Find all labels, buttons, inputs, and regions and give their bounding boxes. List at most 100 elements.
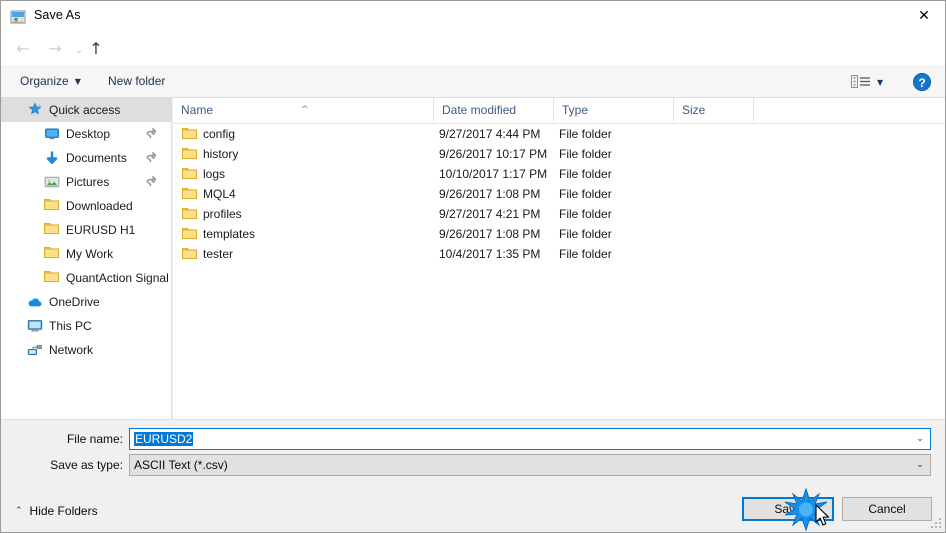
star-pin-icon: [27, 102, 43, 118]
sidebar-item-network[interactable]: Network: [1, 338, 171, 362]
save-as-type-label: Save as type:: [50, 458, 123, 472]
window-title: Save As: [34, 8, 81, 22]
resize-grip[interactable]: [931, 518, 943, 530]
sidebar-item-label: QuantAction Signal: [66, 271, 169, 285]
table-row[interactable]: logs 10/10/2017 1:17 PM File folder: [173, 164, 945, 184]
up-button[interactable]: ↑: [86, 39, 106, 59]
table-row[interactable]: config 9/27/2017 4:44 PM File folder: [173, 124, 945, 144]
cell-name: logs: [203, 167, 226, 181]
hide-folders-button[interactable]: ⌃ Hide Folders: [15, 504, 98, 518]
new-folder-label: New folder: [108, 74, 166, 88]
column-header-date[interactable]: Date modified: [433, 98, 553, 123]
sidebar-item-desktop[interactable]: Desktop: [1, 122, 171, 146]
folder-icon: [44, 246, 60, 262]
file-name-combobox[interactable]: EURUSD2 ⌄: [129, 428, 931, 450]
network-icon: [27, 342, 43, 358]
chevron-down-icon[interactable]: ⌄: [910, 460, 930, 470]
cell-type: File folder: [559, 127, 612, 141]
sidebar-item-eurusd-h1[interactable]: EURUSD H1: [1, 218, 171, 242]
folder-icon: [182, 227, 197, 240]
cell-date: 9/26/2017 1:08 PM: [439, 187, 541, 201]
sidebar-item-this-pc[interactable]: This PC: [1, 314, 171, 338]
file-name-value[interactable]: EURUSD2: [134, 432, 194, 446]
sidebar-item-downloaded[interactable]: Downloaded: [1, 194, 171, 218]
sidebar-item-label: Documents: [66, 151, 127, 165]
sidebar-item-pictures[interactable]: Pictures: [1, 170, 171, 194]
save-button[interactable]: Save: [742, 497, 834, 521]
hide-folders-label: Hide Folders: [29, 504, 98, 518]
new-folder-button[interactable]: New folder: [103, 72, 170, 91]
sidebar-item-documents[interactable]: Documents: [1, 146, 171, 170]
table-row[interactable]: profiles 9/27/2017 4:21 PM File folder: [173, 204, 945, 224]
sidebar-item-quantaction-signal[interactable]: QuantAction Signal: [1, 266, 171, 290]
cell-type: File folder: [559, 167, 612, 181]
navigation-bar: ← → ⌄ ↑ « Roaming › MetaQuotes › Termina…: [1, 32, 945, 91]
table-row[interactable]: MQL4 9/26/2017 1:08 PM File folder: [173, 184, 945, 204]
desktop-icon: [44, 126, 60, 142]
file-name-label: File name:: [66, 432, 123, 446]
folder-icon: [182, 147, 197, 160]
column-header-name-label: Name: [181, 103, 214, 117]
table-row[interactable]: templates 9/26/2017 1:08 PM File folder: [173, 224, 945, 244]
save-as-type-value[interactable]: ASCII Text (*.csv): [130, 458, 910, 472]
sidebar-item-quick-access[interactable]: Quick access: [1, 98, 171, 122]
documents-icon: [44, 150, 60, 166]
pictures-icon: [44, 174, 60, 190]
table-row[interactable]: history 9/26/2017 10:17 PM File folder: [173, 144, 945, 164]
folder-icon: [44, 198, 60, 214]
file-name-input[interactable]: EURUSD2: [130, 432, 910, 446]
cell-name: history: [203, 147, 239, 161]
folder-icon: [182, 127, 197, 140]
cell-type: File folder: [559, 187, 612, 201]
folder-icon: [182, 247, 197, 260]
close-button[interactable]: ✕: [901, 1, 945, 31]
sidebar-item-label: Downloaded: [66, 199, 133, 213]
column-header-type[interactable]: Type: [553, 98, 673, 123]
cell-type: File folder: [559, 207, 612, 221]
chevron-down-icon: ▼: [74, 77, 81, 87]
cell-date: 9/27/2017 4:21 PM: [439, 207, 541, 221]
sidebar-item-label: Desktop: [66, 127, 111, 141]
folder-icon: [44, 222, 60, 238]
pin-icon[interactable]: [145, 151, 157, 163]
sidebar-item-onedrive[interactable]: OneDrive: [1, 290, 171, 314]
sidebar-item-label: OneDrive: [49, 295, 100, 309]
chevron-down-icon[interactable]: ▼: [877, 78, 883, 87]
column-header-row: Name ^ Date modified Type Size: [173, 98, 945, 124]
pin-icon[interactable]: [145, 175, 157, 187]
save-as-app-icon: [10, 9, 26, 25]
organize-button[interactable]: Organize ▼: [15, 72, 86, 91]
pin-icon[interactable]: [145, 127, 157, 139]
cell-date: 9/26/2017 10:17 PM: [439, 147, 548, 161]
column-header-name[interactable]: Name ^: [173, 98, 433, 123]
help-button[interactable]: ?: [913, 73, 931, 91]
cell-type: File folder: [559, 227, 612, 241]
view-list-icon[interactable]: [851, 74, 871, 90]
sidebar-item-my-work[interactable]: My Work: [1, 242, 171, 266]
chevron-up-icon: ⌃: [15, 506, 23, 516]
sidebar-item-label: Pictures: [66, 175, 110, 189]
this-pc-icon: [27, 318, 43, 334]
sidebar-item-label: This PC: [49, 319, 92, 333]
cancel-button[interactable]: Cancel: [842, 497, 932, 521]
back-button[interactable]: ←: [13, 39, 33, 59]
cell-date: 9/27/2017 4:44 PM: [439, 127, 541, 141]
organize-label: Organize: [20, 74, 69, 88]
column-header-spacer: [753, 98, 754, 123]
file-list-body[interactable]: config 9/27/2017 4:44 PM File folder histor…: [173, 124, 945, 264]
cell-date: 9/26/2017 1:08 PM: [439, 227, 541, 241]
cell-type: File folder: [559, 247, 612, 261]
cell-name: config: [203, 127, 236, 141]
table-row[interactable]: tester 10/4/2017 1:35 PM File folder: [173, 244, 945, 264]
file-list-pane[interactable]: Name ^ Date modified Type Size config 9/2…: [173, 98, 945, 419]
chevron-down-icon[interactable]: ⌄: [910, 434, 930, 444]
sidebar-item-label: Network: [49, 343, 94, 357]
save-as-type-combobox[interactable]: ASCII Text (*.csv) ⌄: [129, 454, 931, 476]
column-header-size[interactable]: Size: [673, 98, 753, 123]
save-form: File name: EURUSD2 ⌄ Save as type: ASCII…: [1, 419, 945, 532]
cell-name: profiles: [203, 207, 242, 221]
cell-name: tester: [203, 247, 234, 261]
forward-button[interactable]: →: [45, 39, 65, 59]
sort-ascending-icon: ^: [301, 105, 309, 115]
navigation-sidebar[interactable]: Quick access Desktop Documents Pictures Down…: [1, 98, 172, 419]
